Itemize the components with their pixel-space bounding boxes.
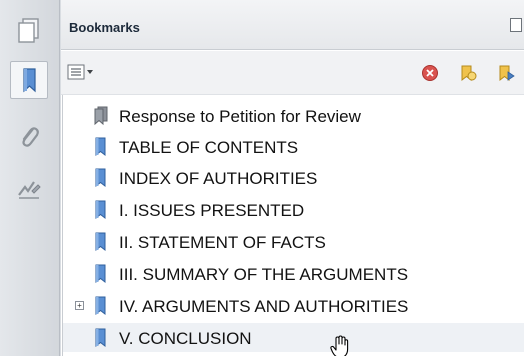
panel-header: Bookmarks: [61, 0, 524, 50]
panel-title: Bookmarks: [69, 20, 140, 35]
delete-bookmark-icon[interactable]: [421, 64, 439, 82]
bookmark-label: III. SUMMARY OF THE ARGUMENTS: [119, 265, 409, 284]
panel-menu-icon[interactable]: [510, 18, 522, 32]
bookmark-item-arguments-and-authorities[interactable]: + IV. ARGUMENTS AND AUTHORITIES: [63, 291, 524, 320]
bookmark-item-response-to-petition[interactable]: Response to Petition for Review: [63, 101, 524, 130]
bookmark-tree: Response to Petition for Review TABLE OF…: [62, 95, 524, 356]
bookmark-item-conclusion[interactable]: V. CONCLUSION: [63, 323, 524, 352]
navigation-rail: [0, 0, 60, 356]
bookmark-item-statement-of-facts[interactable]: II. STATEMENT OF FACTS: [63, 227, 524, 256]
bookmark-item-issues-presented[interactable]: I. ISSUES PRESENTED: [63, 195, 524, 224]
bookmarks-icon[interactable]: [10, 61, 48, 99]
bookmark-item-table-of-contents[interactable]: TABLE OF CONTENTS: [63, 132, 524, 161]
bookmark-icon: [93, 264, 109, 284]
bookmark-icon: [93, 168, 109, 188]
expand-bookmark-icon[interactable]: [497, 64, 515, 82]
signatures-icon[interactable]: [10, 170, 48, 208]
document-bookmark-icon: [93, 106, 109, 126]
attachments-icon[interactable]: [10, 118, 48, 156]
hand-cursor-icon: [329, 335, 351, 356]
bookmarks-panel: Bookmarks Response to Petition for Revie…: [61, 0, 524, 356]
bookmark-icon: [93, 137, 109, 157]
bookmark-item-summary-of-arguments[interactable]: III. SUMMARY OF THE ARGUMENTS: [63, 259, 524, 288]
new-bookmark-icon[interactable]: [459, 64, 477, 82]
expand-plus-icon[interactable]: +: [75, 301, 84, 310]
bookmark-icon: [93, 328, 109, 348]
bookmark-label: II. STATEMENT OF FACTS: [119, 233, 326, 252]
bookmark-item-index-of-authorities[interactable]: INDEX OF AUTHORITIES: [63, 163, 524, 192]
bookmark-icon: [93, 296, 109, 316]
bookmark-label: Response to Petition for Review: [119, 107, 361, 126]
bookmark-icon: [93, 200, 109, 220]
bookmark-label: I. ISSUES PRESENTED: [119, 201, 305, 220]
bookmark-label: V. CONCLUSION: [119, 329, 252, 348]
bookmark-label: IV. ARGUMENTS AND AUTHORITIES: [119, 297, 409, 316]
pages-icon[interactable]: [10, 12, 48, 50]
bookmarks-toolbar: [61, 51, 524, 95]
bookmark-label: TABLE OF CONTENTS: [119, 138, 299, 157]
bookmark-label: INDEX OF AUTHORITIES: [119, 169, 318, 188]
bookmark-icon: [93, 232, 109, 252]
options-menu-icon[interactable]: [67, 63, 97, 81]
